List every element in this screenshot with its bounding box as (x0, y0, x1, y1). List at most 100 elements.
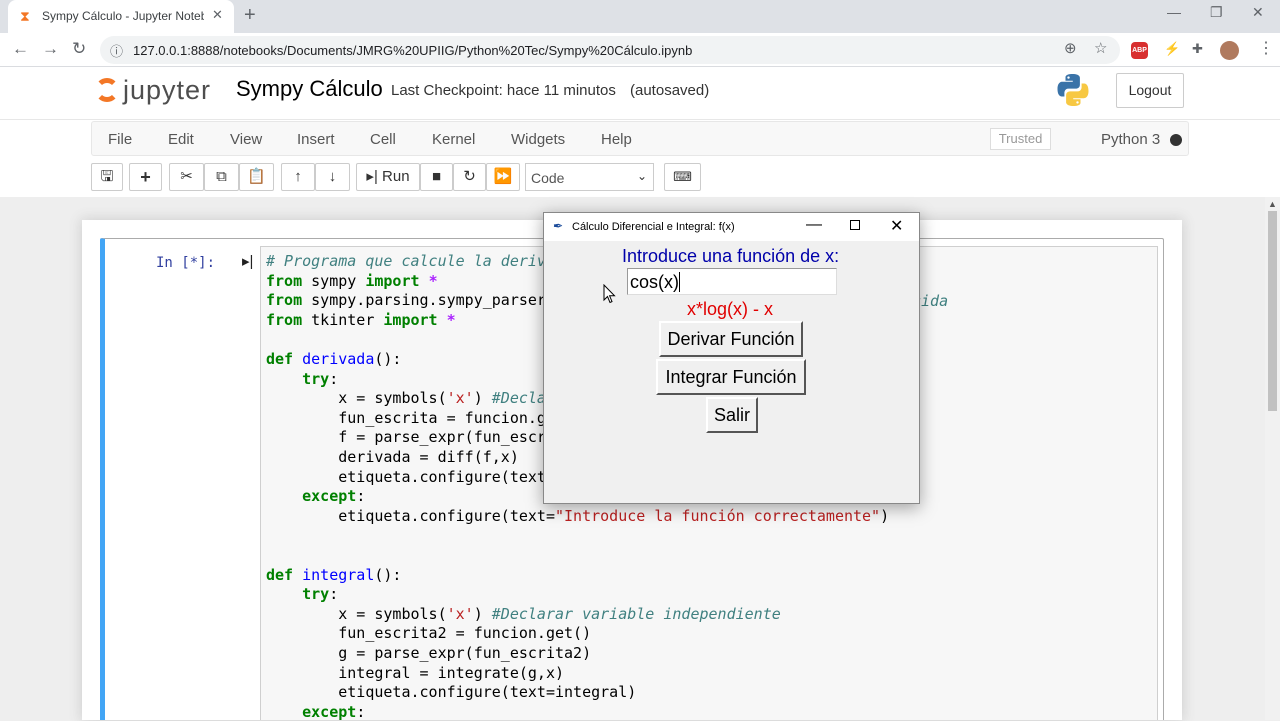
code-line[interactable]: f = parse_expr(fun_escr (266, 428, 546, 446)
tab-title: Sympy Cálculo - Jupyter Noteboo (42, 9, 204, 23)
page-scrollbar[interactable]: ▲ (1265, 197, 1280, 720)
code-line[interactable]: x = symbols('x') #Decla (266, 389, 546, 407)
tab-close-icon[interactable]: ✕ (212, 7, 223, 23)
notebook-menu-zone: File Edit View Insert Cell Kernel Widget… (0, 119, 1280, 197)
code-line[interactable]: derivada = diff(f,x) (266, 448, 519, 466)
extension-icon[interactable]: ⚡ (1164, 41, 1180, 57)
run-button[interactable]: ▸| Run (356, 163, 420, 191)
profile-icon[interactable] (1220, 41, 1239, 60)
tk-minimize-icon[interactable]: — (806, 216, 822, 234)
window-restore-icon[interactable]: ❐ (1210, 4, 1223, 21)
code-line[interactable]: etiqueta.configure(text="Introduce la fu… (266, 507, 889, 525)
menu-widgets[interactable]: Widgets (511, 131, 565, 148)
code-line[interactable]: from sympy import * (266, 272, 438, 290)
code-line[interactable]: from sympy.parsing.sympy_parser (266, 291, 546, 309)
code-line[interactable]: try: (266, 585, 338, 603)
code-line[interactable]: # Programa que calcule la deriv (266, 252, 546, 270)
run-cell-icon[interactable]: ▸| (242, 252, 253, 270)
function-prompt-label: Introduce una función de x: (622, 246, 840, 266)
code-line[interactable]: try: (266, 370, 338, 388)
scroll-up-icon[interactable]: ▲ (1268, 199, 1277, 209)
integrate-button[interactable]: Integrar Función (656, 359, 806, 395)
mouse-cursor-icon (603, 284, 616, 304)
code-line[interactable]: x = symbols('x') #Declarar variable inde… (266, 605, 781, 623)
code-line[interactable]: g = parse_expr(fun_escrita2) (266, 644, 591, 662)
scrollbar-thumb[interactable] (1268, 211, 1277, 411)
tk-window-title: Cálculo Diferencial e Integral: f(x) (572, 221, 735, 233)
keyboard-shortcuts-button[interactable]: ⌨ (664, 163, 701, 191)
menu-edit[interactable]: Edit (168, 131, 194, 148)
copy-button[interactable]: ⧉ (204, 163, 239, 191)
code-line[interactable]: def integral(): (266, 566, 401, 584)
menu-view[interactable]: View (230, 131, 262, 148)
feather-icon: ✒ (553, 219, 564, 233)
adblock-icon[interactable]: ABP (1131, 42, 1148, 59)
cell-prompt: In [*]: (156, 255, 216, 271)
code-line[interactable]: etiqueta.configure(text=integral) (266, 683, 636, 701)
hourglass-icon: ⧗ (20, 8, 30, 24)
menu-file[interactable]: File (108, 131, 132, 148)
save-button[interactable]: 🖫 (91, 163, 123, 191)
menu-insert[interactable]: Insert (297, 131, 335, 148)
jupyter-header: jupyter Sympy Cálculo Last Checkpoint: h… (0, 67, 1280, 119)
move-down-button[interactable]: ↓ (315, 163, 350, 191)
python-logo-icon (1057, 74, 1089, 106)
paste-button[interactable]: 📋 (239, 163, 274, 191)
code-line[interactable]: def derivada(): (266, 350, 401, 368)
forward-icon[interactable]: → (42, 39, 59, 59)
derive-button[interactable]: Derivar Función (659, 321, 803, 357)
run-label: Run (382, 168, 410, 185)
tk-title-bar[interactable]: ✒ Cálculo Diferencial e Integral: f(x) —… (544, 213, 919, 241)
cell-type-select[interactable]: Code ⌄ (525, 163, 654, 191)
chevron-down-icon: ⌄ (636, 169, 647, 183)
trusted-indicator[interactable]: Trusted (990, 128, 1051, 150)
cut-button[interactable]: ✂ (169, 163, 204, 191)
autosave-status: (autosaved) (630, 82, 710, 99)
notebook-name[interactable]: Sympy Cálculo (236, 76, 383, 102)
insert-cell-button[interactable]: + (129, 163, 162, 191)
star-icon[interactable]: ☆ (1094, 39, 1107, 57)
code-line[interactable]: fun_escrita2 = funcion.get() (266, 624, 591, 642)
jupyter-logo-icon (95, 78, 119, 102)
tk-close-icon[interactable]: ✕ (890, 216, 903, 236)
function-entry-value: cos(x) (630, 272, 679, 292)
code-line[interactable]: etiqueta.configure(text (266, 468, 546, 486)
code-line[interactable]: from tkinter import * (266, 311, 456, 329)
function-entry[interactable]: cos(x) (627, 268, 837, 295)
new-tab-button[interactable]: + (244, 4, 256, 27)
text-caret (679, 272, 680, 292)
tk-maximize-icon[interactable] (850, 220, 860, 230)
puzzle-icon[interactable]: ✚ (1192, 41, 1203, 57)
run-icon: ▸| (366, 168, 378, 185)
menu-icon[interactable]: ⋮ (1258, 38, 1274, 58)
menu-kernel[interactable]: Kernel (432, 131, 475, 148)
address-bar-row: ← → ↻ ⓘ 127.0.0.1:8888/notebooks/Documen… (0, 33, 1280, 67)
window-minimize-icon[interactable]: — (1167, 4, 1181, 20)
browser-tab-strip: ⧗ Sympy Cálculo - Jupyter Noteboo ✕ + — … (0, 0, 1280, 33)
code-line[interactable]: fun_escrita = funcion.g (266, 409, 546, 427)
url-bar[interactable]: ⓘ 127.0.0.1:8888/notebooks/Documents/JMR… (100, 36, 1120, 64)
browser-tab[interactable]: ⧗ Sympy Cálculo - Jupyter Noteboo ✕ (8, 0, 234, 33)
reload-icon[interactable]: ↻ (72, 39, 86, 59)
code-line[interactable]: integral = integrate(g,x) (266, 664, 564, 682)
zoom-icon[interactable]: ⊕ (1064, 39, 1077, 57)
exit-button[interactable]: Salir (706, 397, 758, 433)
restart-button[interactable]: ↻ (453, 163, 486, 191)
window-close-icon[interactable]: ✕ (1252, 4, 1264, 21)
cell-type-value: Code (531, 170, 565, 186)
code-line[interactable]: except: (266, 703, 365, 721)
url-text[interactable]: 127.0.0.1:8888/notebooks/Documents/JMRG%… (133, 43, 692, 58)
move-up-button[interactable]: ↑ (281, 163, 315, 191)
back-icon[interactable]: ← (12, 39, 29, 59)
info-icon[interactable]: ⓘ (110, 41, 123, 60)
code-line[interactable]: except: (266, 487, 365, 505)
kernel-busy-indicator-icon (1170, 134, 1182, 146)
logout-button[interactable]: Logout (1116, 73, 1184, 108)
menu-cell[interactable]: Cell (370, 131, 396, 148)
interrupt-button[interactable]: ■ (420, 163, 453, 191)
result-label: x*log(x) - x (687, 299, 774, 319)
menu-help[interactable]: Help (601, 131, 632, 148)
checkpoint-status: Last Checkpoint: hace 11 minutos (391, 82, 616, 99)
restart-run-all-button[interactable]: ⏩ (486, 163, 520, 191)
jupyter-wordmark: jupyter (123, 75, 212, 105)
